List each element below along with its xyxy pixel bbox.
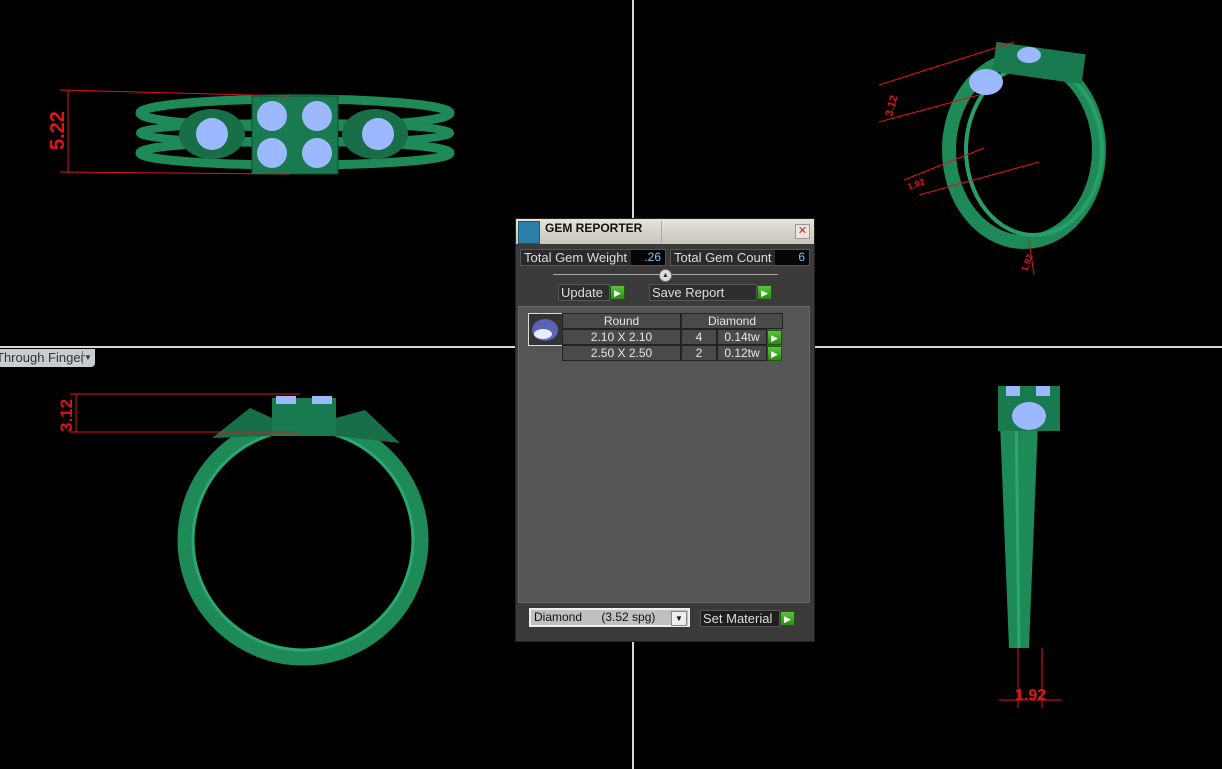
chevron-down-icon[interactable]: ▼ — [671, 611, 687, 626]
total-gem-weight-value: .26 — [631, 250, 665, 265]
ring-top-view — [135, 94, 455, 175]
save-report-label: Save Report — [652, 285, 725, 300]
close-icon[interactable]: ✕ — [795, 224, 810, 239]
total-gem-count-value: 6 — [775, 250, 809, 265]
material-header: Diamond — [681, 313, 783, 329]
svg-text:1.92: 1.92 — [1015, 687, 1046, 704]
svg-text:5.22: 5.22 — [47, 111, 69, 150]
update-label: Update — [561, 285, 603, 300]
gem-row-size: 2.10 X 2.10 — [562, 329, 681, 345]
dialog-titlebar[interactable]: GEM REPORTER ✕ — [516, 219, 814, 244]
dialog-title: GEM REPORTER — [545, 221, 643, 235]
set-material-button[interactable]: Set Material — [700, 610, 780, 627]
gem-row-count: 4 — [681, 329, 717, 345]
gem-reporter-app-icon — [518, 221, 540, 244]
total-gem-weight-label: Total Gem Weight — [524, 250, 628, 265]
view-mode-value: Through Finger — [0, 350, 85, 365]
chevron-down-icon[interactable]: ▼ — [82, 351, 93, 364]
total-gem-count-field: Total Gem Count 6 — [670, 249, 810, 266]
svg-text:3.12: 3.12 — [57, 399, 76, 432]
save-report-button[interactable]: Save Report — [649, 284, 757, 301]
gem-row-weight: 0.12tw — [717, 345, 767, 361]
gem-row-go-icon[interactable]: ▶ — [767, 346, 782, 361]
update-button[interactable]: Update — [558, 284, 610, 301]
material-select[interactable]: Diamond (3.52 spg) ▼ — [529, 608, 690, 627]
update-go-icon[interactable]: ▶ — [610, 285, 625, 300]
gem-list-panel: Round Diamond 2.10 X 2.10 4 0.14tw ▶ 2.5… — [518, 306, 810, 603]
total-gem-weight-field: Total Gem Weight .26 — [520, 249, 666, 266]
ring-front-view — [177, 396, 429, 666]
gem-row-count: 2 — [681, 345, 717, 361]
material-spg: (3.52 spg) — [601, 610, 656, 624]
title-separator — [661, 221, 662, 243]
set-material-go-icon[interactable]: ▶ — [780, 611, 795, 626]
gem-reporter-dialog: GEM REPORTER ✕ Total Gem Weight .26 Tota… — [515, 218, 815, 642]
material-name: Diamond — [534, 610, 583, 624]
ring-perspective-view — [942, 41, 1106, 249]
save-report-go-icon[interactable]: ▶ — [757, 285, 772, 300]
ring-side-view — [998, 386, 1060, 649]
gem-row-weight: 0.14tw — [717, 329, 767, 345]
svg-text:1.92: 1.92 — [906, 176, 926, 191]
shape-header: Round — [562, 313, 681, 329]
svg-text:3.12: 3.12 — [883, 94, 900, 118]
round-gem-icon[interactable] — [528, 313, 563, 346]
collapse-up-icon[interactable]: ▲ — [659, 269, 672, 282]
gem-row-go-icon[interactable]: ▶ — [767, 330, 782, 345]
gem-row-size: 2.50 X 2.50 — [562, 345, 681, 361]
total-gem-count-label: Total Gem Count — [674, 250, 772, 265]
view-mode-dropdown[interactable]: Through Finger ▼ — [0, 349, 95, 367]
set-material-label: Set Material — [703, 611, 773, 626]
